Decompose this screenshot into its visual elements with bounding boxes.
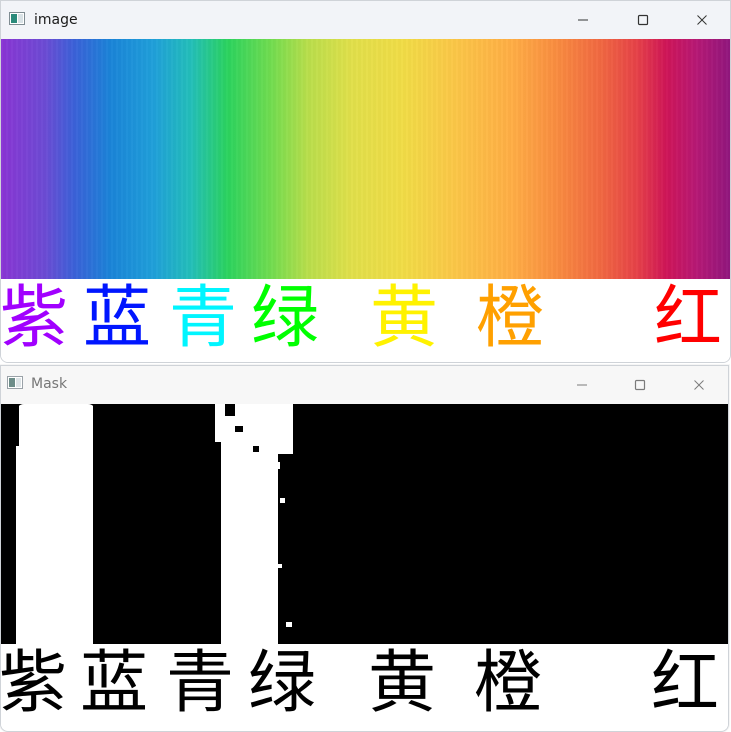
image-character-strip: 紫 蓝 青 绿 黄 橙 红 — [1, 279, 730, 362]
mask-black-gap-left-2 — [93, 404, 96, 644]
minimize-icon — [577, 384, 587, 386]
close-icon — [694, 380, 704, 390]
mask-canvas[interactable]: 紫 蓝 青 绿 黄 橙 红 — [1, 404, 728, 731]
cyan-character: 青 — [169, 279, 238, 358]
image-window-title: image — [34, 12, 78, 28]
mask-black-cut-top-middle — [225, 404, 235, 416]
minimize-button[interactable] — [560, 1, 606, 39]
image-window-titlebar[interactable]: image — [1, 1, 730, 39]
minimize-button[interactable] — [559, 366, 605, 404]
mask-blue-character: 蓝 — [80, 644, 149, 723]
color-spectrum-gradient — [1, 39, 730, 279]
blue-character: 蓝 — [83, 279, 152, 358]
mask-black-gap-left — [16, 404, 19, 446]
mask-black-noise-1 — [235, 426, 243, 432]
close-button[interactable] — [676, 366, 722, 404]
mask-black-gap-middle — [215, 442, 221, 644]
mask-noise-2 — [280, 498, 285, 503]
mask-orange-character: 橙 — [474, 644, 543, 723]
window-app-icon — [9, 12, 25, 25]
yellow-character: 黄 — [370, 279, 439, 358]
green-character: 绿 — [251, 279, 320, 358]
maximize-icon — [637, 14, 649, 26]
maximize-icon — [634, 379, 646, 391]
maximize-button[interactable] — [617, 366, 663, 404]
mask-cyan-character: 青 — [166, 644, 235, 723]
window-app-icon — [7, 376, 23, 389]
close-button[interactable] — [679, 1, 725, 39]
mask-window-title: Mask — [31, 376, 68, 392]
mask-purple-character: 紫 — [1, 644, 68, 723]
mask-noise-4 — [286, 622, 292, 627]
mask-window-titlebar[interactable]: Mask — [1, 366, 728, 404]
mask-black-noise-3 — [93, 414, 101, 422]
image-canvas[interactable]: 紫 蓝 青 绿 黄 橙 红 — [1, 39, 730, 362]
purple-character: 紫 — [1, 279, 69, 358]
binary-mask-background — [1, 404, 728, 644]
mask-noise-3 — [277, 564, 282, 568]
mask-red-character: 红 — [651, 644, 720, 723]
mask-black-noise-2 — [253, 446, 259, 452]
orange-character: 橙 — [476, 279, 545, 358]
minimize-icon — [578, 19, 588, 21]
mask-character-strip: 紫 蓝 青 绿 黄 橙 红 — [1, 644, 728, 729]
maximize-button[interactable] — [620, 1, 666, 39]
mask-white-region-left — [16, 404, 96, 644]
close-icon — [697, 15, 707, 25]
mask-window: Mask 紫 蓝 青 绿 黄 橙 红 — [0, 365, 729, 732]
red-character: 红 — [654, 279, 723, 358]
mask-yellow-character: 黄 — [368, 644, 437, 723]
mask-black-right-edge-middle — [278, 454, 293, 644]
mask-green-character: 绿 — [248, 644, 317, 723]
mask-noise-1 — [273, 462, 280, 469]
image-window: image 紫 蓝 青 绿 黄 橙 红 — [0, 0, 731, 363]
